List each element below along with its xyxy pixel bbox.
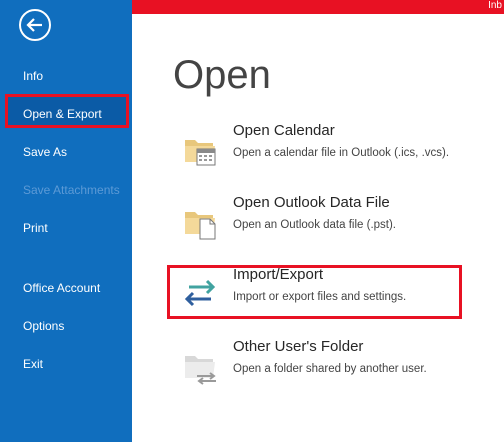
page-title: Open [173,53,271,97]
open-calendar-option[interactable]: Open Calendar Open a calendar file in Ou… [180,122,480,178]
nav-item-info[interactable]: Info [23,68,43,84]
import-export-option[interactable]: Import/Export Import or export files and… [180,266,480,322]
import-export-title: Import/Export [233,266,324,283]
title-bar-text: Inb [488,0,502,11]
nav-item-options[interactable]: Options [23,318,64,334]
open-outlook-data-file-option[interactable]: Open Outlook Data File Open an Outlook d… [180,194,480,250]
data-file-folder-icon [185,212,216,240]
open-outlook-data-file-title: Open Outlook Data File [233,194,390,211]
shared-folder-icon [185,356,216,385]
back-button[interactable] [19,9,51,41]
import-export-arrows-icon [184,279,216,307]
backstage-sidebar: Info Open & Export Save As Save Attachme… [0,0,132,442]
calendar-folder-icon [185,140,216,166]
nav-item-save-attachments: Save Attachments [23,183,120,197]
other-users-folder-option[interactable]: Other User's Folder Open a folder shared… [180,338,480,394]
open-calendar-description: Open a calendar file in Outlook (.ics, .… [233,147,450,159]
nav-item-print[interactable]: Print [23,220,48,236]
other-users-folder-title: Other User's Folder [233,338,364,355]
nav-item-exit[interactable]: Exit [23,356,43,372]
open-calendar-title: Open Calendar [233,122,335,139]
open-outlook-data-file-description: Open an Outlook data file (.pst). [233,219,397,231]
nav-item-office-account[interactable]: Office Account [23,280,100,296]
import-export-description: Import or export files and settings. [233,291,407,303]
nav-item-save-as[interactable]: Save As [23,144,67,160]
title-bar: Inb [132,0,504,14]
nav-item-open-export[interactable]: Open & Export [23,106,102,122]
other-users-folder-description: Open a folder shared by another user. [233,363,427,375]
back-arrow-icon [26,18,42,32]
